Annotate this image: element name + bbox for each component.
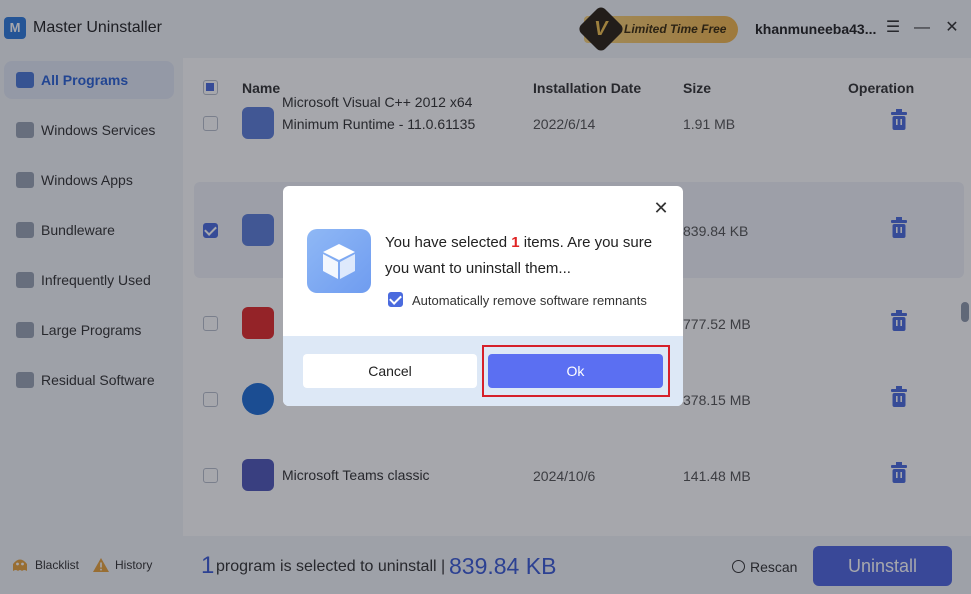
- modal-overlay: ✕ You have selected 1 items. Are you sur…: [0, 0, 971, 594]
- confirm-dialog: ✕ You have selected 1 items. Are you sur…: [283, 186, 683, 406]
- dialog-count: 1: [511, 234, 520, 251]
- remove-remnants-checkbox[interactable]: [388, 292, 403, 307]
- dialog-message: You have selected 1 items. Are you sure …: [385, 234, 653, 277]
- cancel-button[interactable]: Cancel: [303, 354, 477, 388]
- dialog-close-icon[interactable]: ✕: [651, 198, 671, 218]
- dialog-footer: Cancel Ok: [283, 336, 683, 406]
- remove-remnants-label[interactable]: Automatically remove software remnants: [412, 293, 647, 308]
- package-icon: [307, 229, 371, 293]
- ok-button[interactable]: Ok: [488, 354, 663, 388]
